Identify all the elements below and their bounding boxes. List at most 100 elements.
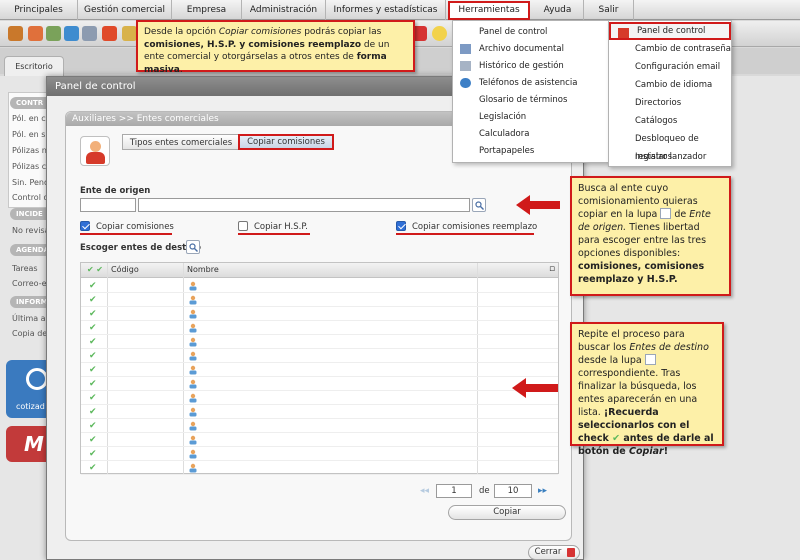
chk-copiar-reemplazo[interactable] [396, 221, 406, 231]
table-row[interactable]: ✔ [81, 447, 558, 461]
table-row[interactable]: ✔ [81, 405, 558, 419]
origin-name-input[interactable] [138, 198, 470, 212]
side-line[interactable]: Pólizas c [12, 162, 46, 171]
folder-icon[interactable] [64, 26, 79, 41]
menu-item-portapapeles[interactable]: Portapapeles [453, 142, 609, 160]
table-row[interactable]: ✔ [81, 377, 558, 391]
table-row[interactable]: ✔ [81, 279, 558, 293]
submenu-cambio-contrasena[interactable]: Cambio de contraseña [609, 40, 731, 58]
submenu-config-email[interactable]: Configuración email [609, 58, 731, 76]
menu-salir[interactable]: Salir [584, 0, 634, 20]
ente-icon [188, 463, 198, 473]
table-row[interactable]: ✔ [81, 307, 558, 321]
tab-tipos-entes[interactable]: Tipos entes comerciales [122, 134, 240, 150]
prev-page-icon[interactable]: ◂◂ [420, 486, 429, 496]
submenu-panel-control[interactable]: Panel de control [609, 22, 731, 40]
row-check-icon[interactable]: ✔ [89, 309, 97, 319]
row-check-icon[interactable]: ✔ [89, 295, 97, 305]
lightbulb-icon[interactable] [432, 26, 447, 41]
menu-herramientas[interactable]: Herramientas [448, 1, 530, 20]
menu-empresa[interactable]: Empresa [172, 0, 242, 20]
side-line[interactable]: Control d [12, 193, 49, 202]
side-line[interactable]: Correo-e [12, 279, 47, 288]
origin-search-icon[interactable] [472, 198, 486, 212]
users-icon[interactable] [46, 26, 61, 41]
next-page-icon[interactable]: ▸▸ [538, 486, 547, 496]
menu-item-glosario[interactable]: Glosario de términos [453, 91, 609, 109]
menu-item-calculadora[interactable]: Calculadora [453, 125, 609, 143]
printer-icon[interactable] [82, 26, 97, 41]
menu-ayuda[interactable]: Ayuda [532, 0, 584, 20]
dest-grid: ✔ ✔ Código Nombre ▫ ✔ ✔ ✔ ✔ ✔ ✔ ✔ ✔ ✔ ✔ ✔ ✔ ✔ ✔ [80, 262, 559, 475]
submenu-desbloqueo[interactable]: Desbloqueo de registros [609, 130, 731, 162]
row-check-icon[interactable]: ✔ [89, 365, 97, 375]
submenu-instalar-lanzador[interactable]: Instalar lanzador [609, 148, 731, 166]
table-row[interactable]: ✔ [81, 293, 558, 307]
copiar-button[interactable]: Copiar [448, 505, 566, 520]
menu-principales[interactable]: Principales [0, 0, 78, 20]
fire-icon[interactable] [102, 26, 117, 41]
row-check-icon[interactable]: ✔ [89, 421, 97, 431]
row-check-icon[interactable]: ✔ [89, 435, 97, 445]
table-row[interactable]: ✔ [81, 391, 558, 405]
submenu-cambio-idioma[interactable]: Cambio de idioma [609, 76, 731, 94]
side-line[interactable]: Pólizas n [12, 146, 47, 155]
page-input[interactable]: 1 [436, 484, 472, 498]
menu-item-panel-control[interactable]: Panel de control [453, 23, 609, 41]
table-row[interactable]: ✔ [81, 433, 558, 447]
table-row[interactable]: ✔ [81, 419, 558, 433]
menu-item-label: Portapapeles [479, 146, 535, 156]
side-line[interactable]: Última a [12, 314, 46, 323]
menu-item-legislacion[interactable]: Legislación [453, 108, 609, 126]
row-check-icon[interactable]: ✔ [89, 449, 97, 459]
side-line[interactable]: No revisa [12, 226, 49, 235]
dest-search-icon[interactable] [186, 240, 200, 254]
target-icon[interactable] [122, 26, 137, 41]
chk-copiar-hsp[interactable] [238, 221, 248, 231]
row-check-icon[interactable]: ✔ [89, 407, 97, 417]
callout-text: comisiones, comisiones reemplazo y H.S.P… [578, 261, 705, 285]
row-check-icon[interactable]: ✔ [89, 337, 97, 347]
table-row[interactable]: ✔ [81, 335, 558, 349]
row-check-icon[interactable]: ✔ [89, 323, 97, 333]
side-line[interactable]: Sin. Pend [12, 178, 49, 187]
side-line[interactable]: Copia de [12, 329, 47, 338]
menu-informes[interactable]: Informes y estadísticas [326, 0, 446, 20]
menu-item-historico[interactable]: Histórico de gestión [453, 57, 609, 75]
head-icon [90, 141, 101, 152]
row-check-icon[interactable]: ✔ [89, 351, 97, 361]
row-check-icon[interactable]: ✔ [89, 393, 97, 403]
origin-code-input[interactable] [80, 198, 136, 212]
table-row[interactable]: ✔ [81, 461, 558, 475]
row-check-icon[interactable]: ✔ [89, 281, 97, 291]
side-line[interactable]: Pól. en s [12, 130, 45, 139]
tab-copiar-comisiones[interactable]: Copiar comisiones [238, 134, 334, 150]
submenu-directorios[interactable]: Directorios [609, 94, 731, 112]
highlight-underline [238, 233, 310, 235]
col-codigo[interactable]: Código [111, 265, 139, 274]
grid-menu-icon[interactable]: ▫ [549, 264, 555, 274]
tab-escritorio[interactable]: Escritorio [4, 56, 64, 76]
submenu-catalogos[interactable]: Catálogos [609, 112, 731, 130]
table-row[interactable]: ✔ [81, 349, 558, 363]
col-nombre[interactable]: Nombre [187, 265, 219, 274]
cerrar-button[interactable]: Cerrar [528, 545, 580, 560]
side-line[interactable]: Tareas [12, 264, 38, 273]
menu-item-telefonos[interactable]: Teléfonos de asistencia [453, 74, 609, 92]
user-icon[interactable] [28, 26, 43, 41]
table-row[interactable]: ✔ [81, 321, 558, 335]
table-row[interactable]: ✔ [81, 363, 558, 377]
callout-text: ! [663, 446, 669, 457]
panel-control-submenu: Panel de control Cambio de contraseña Co… [608, 20, 732, 167]
menu-administracion[interactable]: Administración [242, 0, 326, 20]
ente-icon [188, 379, 198, 389]
callout-text: . [179, 64, 183, 75]
row-check-icon[interactable]: ✔ [89, 463, 97, 473]
ente-avatar [80, 136, 110, 166]
chk-copiar-comisiones[interactable] [80, 221, 90, 231]
row-check-icon[interactable]: ✔ [89, 379, 97, 389]
menu-item-archivo[interactable]: Archivo documental [453, 40, 609, 58]
menu-gestion-comercial[interactable]: Gestión comercial [78, 0, 172, 20]
select-all-check-icon[interactable]: ✔ ✔ [87, 265, 103, 274]
box-icon[interactable] [8, 26, 23, 41]
